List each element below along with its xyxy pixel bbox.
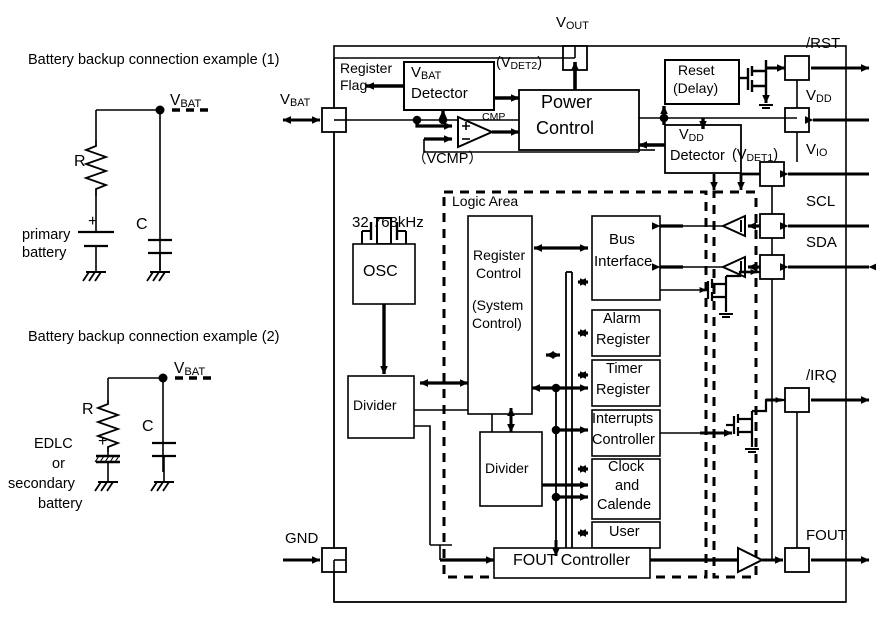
reset-delay-label-line2: (Delay) bbox=[673, 80, 719, 96]
user-register-label: User bbox=[609, 524, 640, 540]
sda-buffer bbox=[720, 255, 746, 279]
example1-polarity-label: + bbox=[88, 213, 98, 230]
pin-pad-irq bbox=[784, 387, 810, 413]
example1-source-line-1: primary bbox=[22, 227, 71, 243]
register-control-label-line1: Register bbox=[473, 247, 526, 263]
reset-delay-label-line1: Reset bbox=[678, 62, 715, 78]
register-control-label-line4: Control) bbox=[472, 315, 522, 331]
timer-register-label-line1: Timer bbox=[606, 361, 643, 377]
divider2-label: Divider bbox=[485, 460, 529, 476]
junction-dot bbox=[551, 383, 561, 393]
example2-source-line-2: or bbox=[52, 456, 65, 472]
interrupts-controller-label-line2: Controller bbox=[592, 432, 655, 448]
example1-circuit bbox=[78, 105, 208, 282]
osc-label: OSC bbox=[363, 263, 398, 280]
example1-capacitor-label: C bbox=[136, 216, 148, 233]
scl-buffer bbox=[720, 214, 746, 238]
bus-interface-label-line2: Interface bbox=[594, 253, 653, 270]
pin-pad-sda bbox=[759, 254, 785, 280]
pin-label-vio: VIO bbox=[806, 141, 828, 159]
logic-area-label: Logic Area bbox=[452, 193, 519, 209]
example1-resistor-label: R bbox=[74, 153, 86, 170]
example2-polarity-label: + bbox=[98, 433, 108, 450]
bus-to-scl-buffer bbox=[660, 225, 745, 291]
register-flag-label-line1: Register bbox=[340, 60, 393, 76]
vdet2-annotation: (VDET2) bbox=[496, 55, 543, 72]
pin-pad-vdd bbox=[784, 107, 810, 133]
io-area-boundary bbox=[712, 190, 758, 579]
irq-arrows bbox=[700, 397, 783, 437]
example2-capacitor-label: C bbox=[142, 418, 154, 435]
fout-controller-label: FOUT Controller bbox=[513, 552, 631, 569]
pin-pad-fout bbox=[784, 547, 810, 573]
clock-calendar-label-line3: Calende bbox=[597, 497, 652, 513]
interrupts-controller-label-line1: Interrupts bbox=[592, 411, 654, 427]
power-control-label-line1: Power bbox=[541, 92, 593, 112]
register-control-label-line2: Control bbox=[476, 265, 522, 281]
bus-interface-label-line1: Bus bbox=[609, 231, 635, 248]
pin-label-vout: VOUT bbox=[556, 14, 589, 32]
timer-register-label-line2: Register bbox=[596, 382, 650, 398]
example2-source-line-3: secondary bbox=[8, 476, 75, 492]
vio-distribution bbox=[710, 172, 760, 191]
vdd-detector-label-line1: VDD bbox=[679, 127, 704, 144]
pin-label-rst: /RST bbox=[806, 35, 841, 52]
register-control-label-line3: (System bbox=[472, 297, 524, 313]
crystal-frequency-label: 32.768kHz bbox=[352, 214, 424, 231]
pin-pad-rst bbox=[784, 55, 810, 81]
vdet1-annotation: (VDET1) bbox=[732, 147, 779, 164]
pin-label-fout: FOUT bbox=[806, 527, 847, 544]
pin-pad-vio bbox=[759, 161, 785, 187]
example1-source-line-2: battery bbox=[22, 245, 67, 261]
clock-calendar-label-line1: Clock bbox=[608, 459, 645, 475]
pin-label-vbat: VBAT bbox=[280, 91, 311, 109]
vdd-detector-label-line2: Detector bbox=[670, 148, 725, 164]
mosfet-output-wire bbox=[759, 64, 786, 109]
pin-label-gnd: GND bbox=[285, 530, 319, 547]
clock-calendar-label-line2: and bbox=[615, 478, 640, 494]
sda-output-mosfet bbox=[700, 270, 760, 318]
cmp-annotation: CMP bbox=[482, 111, 506, 123]
internal-bus-lines bbox=[555, 271, 573, 556]
pin-label-sda: SDA bbox=[806, 234, 837, 251]
junction-dot bbox=[551, 425, 561, 435]
divider1-label: Divider bbox=[353, 397, 397, 413]
vbat-detector-label-line2: Detector bbox=[411, 85, 468, 102]
pin-label-scl: SCL bbox=[806, 193, 836, 210]
block-diagram-figure: Battery backup connection example (1) VB… bbox=[0, 0, 876, 626]
alarm-register-label-line1: Alarm bbox=[603, 311, 641, 327]
example2-vbat-label: VBAT bbox=[174, 360, 206, 378]
pin-label-vdd: VDD bbox=[806, 87, 832, 105]
example1-title: Battery backup connection example (1) bbox=[28, 52, 280, 68]
power-control-label-line2: Control bbox=[536, 118, 595, 138]
pin-label-irq: /IRQ bbox=[806, 367, 837, 384]
pin-pad-scl bbox=[759, 213, 785, 239]
reset-to-mosfet bbox=[739, 60, 768, 97]
vbat-detector-label-line1: VBAT bbox=[411, 64, 442, 82]
vcmp-annotation: （VCMP） bbox=[412, 151, 483, 167]
example1-vbat-label: VBAT bbox=[170, 92, 202, 110]
example2-title: Battery backup connection example (2) bbox=[28, 329, 280, 345]
example2-resistor-label: R bbox=[82, 401, 94, 418]
example2-source-line-1: EDLC bbox=[34, 436, 73, 452]
fout-buffer bbox=[737, 546, 765, 574]
register-flag-label-line2: Flag bbox=[340, 77, 368, 93]
junction-dot bbox=[551, 492, 561, 502]
alarm-register-label-line2: Register bbox=[596, 332, 650, 348]
example2-source-line-4: battery bbox=[38, 496, 83, 512]
